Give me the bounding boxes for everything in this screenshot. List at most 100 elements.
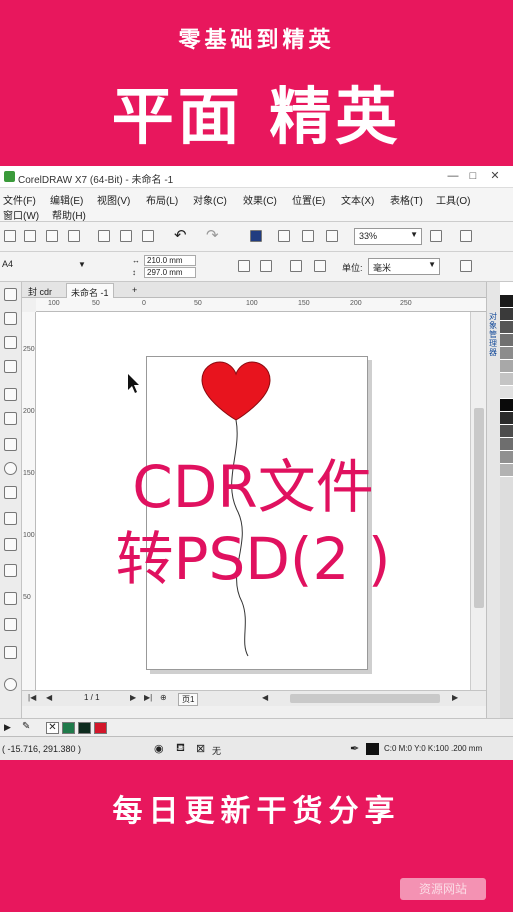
palette-swatch[interactable] (500, 425, 513, 438)
add-page-icon[interactable]: ⊕ (160, 693, 167, 702)
full-screen-preview-icon[interactable] (430, 230, 442, 242)
menu-table[interactable]: 表格(T) (390, 192, 423, 207)
palette-swatch-dark[interactable] (78, 722, 91, 734)
eyedropper-icon[interactable] (4, 646, 17, 659)
drawing-canvas[interactable]: CDR文件 转PSD(2 ) (36, 312, 470, 690)
menu-view[interactable]: 视图(V) (97, 192, 130, 207)
rectangle-tool-icon[interactable] (4, 438, 17, 451)
scroll-right-icon[interactable]: ▶ (452, 693, 458, 702)
prev-page-icon[interactable]: ◀ (46, 693, 52, 702)
undo-icon[interactable]: ↶ (174, 226, 187, 244)
add-tab-button[interactable]: + (128, 283, 141, 298)
current-page-icon[interactable] (314, 260, 326, 272)
parallel-dimension-icon[interactable] (4, 538, 17, 551)
artistic-media-icon[interactable] (4, 412, 17, 425)
tab-welcome[interactable]: 封 cdr (24, 283, 56, 298)
palette-swatch-white[interactable] (500, 282, 513, 295)
palette-menu-icon[interactable]: ▶ (4, 722, 11, 733)
no-fill-icon: ⊠ (196, 743, 206, 755)
text-tool-icon[interactable] (4, 512, 17, 525)
paste-icon[interactable] (142, 230, 154, 242)
freehand-tool-icon[interactable] (4, 388, 17, 401)
palette-swatch[interactable] (500, 464, 513, 477)
search-content-icon[interactable] (250, 230, 262, 242)
next-page-icon[interactable]: ▶ (130, 693, 136, 702)
menu-text[interactable]: 文本(X) (341, 192, 374, 207)
print-icon[interactable] (68, 230, 80, 242)
copy-icon[interactable] (120, 230, 132, 242)
zoom-tool-icon[interactable] (4, 360, 17, 373)
palette-swatch[interactable] (500, 347, 513, 360)
palette-swatch-red[interactable] (94, 722, 107, 734)
palette-swatch[interactable] (500, 321, 513, 334)
maximize-button[interactable]: □ (466, 169, 480, 183)
import-icon[interactable] (278, 230, 290, 242)
page-size-select[interactable]: A4 (2, 259, 13, 269)
menu-file[interactable]: 文件(F) (3, 192, 36, 207)
palette-swatch[interactable] (500, 334, 513, 347)
menu-position[interactable]: 位置(E) (292, 192, 325, 207)
palette-swatch[interactable] (500, 373, 513, 386)
show-rulers-icon[interactable] (460, 230, 472, 242)
cut-icon[interactable] (98, 230, 110, 242)
page-height-field[interactable]: 297.0 mm (144, 267, 196, 278)
all-pages-icon[interactable] (290, 260, 302, 272)
new-document-icon[interactable] (4, 230, 16, 242)
cursor-coordinates: ( -15.716, 291.380 ) (2, 744, 82, 754)
pick-tool-icon[interactable] (4, 288, 17, 301)
menu-effects[interactable]: 效果(C) (243, 192, 277, 207)
tab-document[interactable]: 未命名 -1 (66, 283, 114, 298)
horizontal-scroll-thumb[interactable] (290, 694, 440, 703)
menu-edit[interactable]: 编辑(E) (50, 192, 83, 207)
units-label: 单位: (342, 263, 363, 273)
menu-help[interactable]: 帮助(H) (52, 207, 86, 222)
add-tool-icon[interactable] (4, 678, 17, 691)
no-color-swatch[interactable]: ✕ (46, 722, 59, 734)
palette-swatch[interactable] (500, 412, 513, 425)
palette-swatch[interactable] (500, 451, 513, 464)
nudge-icon[interactable] (460, 260, 472, 272)
connector-tool-icon[interactable] (4, 564, 17, 577)
scroll-left-icon[interactable]: ◀ (262, 693, 268, 702)
menu-window[interactable]: 窗口(W) (3, 207, 39, 222)
polygon-tool-icon[interactable] (4, 486, 17, 499)
drop-shadow-icon[interactable] (4, 592, 17, 605)
redo-icon[interactable]: ↷ (206, 226, 219, 244)
open-icon[interactable] (24, 230, 36, 242)
menu-layout[interactable]: 布局(L) (146, 192, 178, 207)
page-width-field[interactable]: 210.0 mm (144, 255, 196, 266)
portrait-icon[interactable] (238, 260, 250, 272)
menu-object[interactable]: 对象(C) (193, 192, 227, 207)
save-icon[interactable] (46, 230, 58, 242)
palette-swatch[interactable] (500, 308, 513, 321)
docker-tab-object-manager[interactable]: 对象管理器 (489, 312, 499, 357)
export-icon[interactable] (302, 230, 314, 242)
crop-tool-icon[interactable] (4, 336, 17, 349)
banner-subtitle: 零基础到精英 (178, 28, 335, 53)
transparency-tool-icon[interactable] (4, 618, 17, 631)
last-page-icon[interactable]: ▶| (144, 693, 152, 702)
palette-swatch[interactable] (500, 438, 513, 451)
close-button[interactable]: ✕ (488, 169, 502, 183)
vertical-scroll-thumb[interactable] (474, 408, 484, 608)
first-page-icon[interactable]: |◀ (28, 693, 36, 702)
palette-swatch[interactable] (500, 386, 513, 399)
units-select[interactable]: 毫米 ▼ (368, 258, 440, 275)
minimize-button[interactable]: — (446, 169, 460, 183)
landscape-icon[interactable] (260, 260, 272, 272)
page-tab-1[interactable]: 页1 (178, 693, 199, 706)
snap-icon[interactable]: ◉ (154, 742, 164, 755)
vertical-scrollbar[interactable] (470, 312, 486, 690)
menu-tools[interactable]: 工具(O) (436, 192, 470, 207)
shape-tool-icon[interactable] (4, 312, 17, 325)
status-bar: ( -15.716, 291.380 ) ◉ ⛾ ⊠ 无 ✒ C:0 M:0 Y… (0, 736, 513, 760)
palette-swatch[interactable] (500, 360, 513, 373)
width-icon: ↔ (132, 256, 140, 265)
ellipse-tool-icon[interactable] (4, 462, 17, 475)
eyedropper-icon[interactable]: ✎ (22, 721, 30, 732)
palette-swatch-black[interactable] (500, 295, 513, 308)
palette-swatch-green[interactable] (62, 722, 75, 734)
palette-swatch[interactable] (500, 399, 513, 412)
zoom-level-select[interactable]: 33% ▼ (354, 228, 422, 245)
publish-pdf-icon[interactable] (326, 230, 338, 242)
